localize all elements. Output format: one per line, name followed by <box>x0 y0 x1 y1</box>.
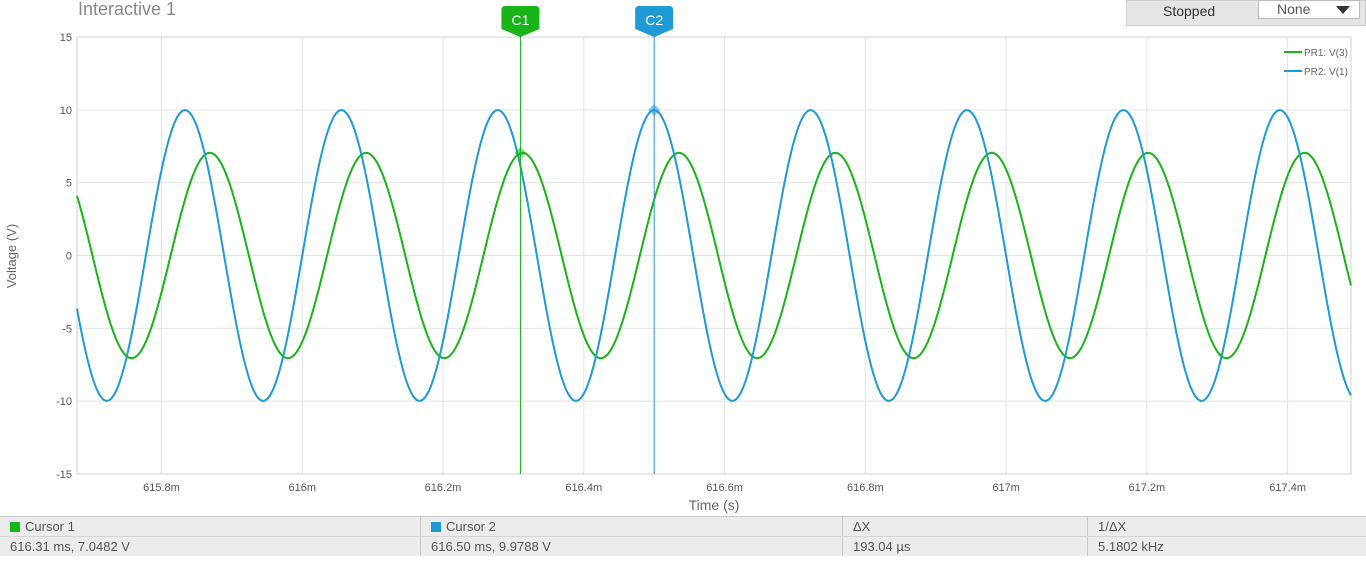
cursor-group[interactable]: C1 C2 <box>501 6 674 474</box>
header-cursor-2: Cursor 2 <box>421 517 843 536</box>
y-tick-label: -10 <box>56 396 72 408</box>
header-cursor-1: Cursor 1 <box>0 517 421 536</box>
x-tick-label: 616.6m <box>706 482 743 494</box>
y-tick-label: -15 <box>56 469 72 481</box>
header-cursor-1-label: Cursor 1 <box>25 519 75 534</box>
y-tick-label: 10 <box>60 105 72 117</box>
x-axis-label: Time (s) <box>689 497 740 513</box>
readout-value-row: 616.31 ms, 7.0482 V 616.50 ms, 9.9788 V … <box>0 536 1366 556</box>
cursor-handle-label-2: C2 <box>645 12 663 28</box>
cursor-marker-2 <box>648 104 661 117</box>
cursor-handle-label-1: C1 <box>511 12 529 28</box>
y-tick-label: 15 <box>60 32 72 44</box>
x-tick-label: 617.2m <box>1129 482 1166 494</box>
legend-label-1: PR1: V(3) <box>1304 48 1348 59</box>
chart-grid <box>77 36 1351 475</box>
header-inverse-delta-x: 1/ΔX <box>1098 519 1127 534</box>
cursor-2-swatch-icon <box>431 522 441 532</box>
inverse-delta-x-value: 5.1802 kHz <box>1098 539 1164 554</box>
header-delta-x: ΔX <box>843 517 1088 536</box>
x-tick-label: 616.4m <box>565 482 602 494</box>
header-cursor-2-label: Cursor 2 <box>446 519 496 534</box>
cursor-2-value: 616.50 ms, 9.9788 V <box>421 537 843 556</box>
voltage-chart[interactable]: -15 -10 -5 0 5 10 15 615.8m 616m 616.2m 616.4m 616… <box>0 0 1366 516</box>
x-tick-label: 616.2m <box>425 482 462 494</box>
delta-x-value: 193.04 µs <box>843 537 1088 556</box>
x-tick-label: 615.8m <box>143 482 180 494</box>
y-tick-label: 5 <box>66 178 72 190</box>
x-axis-ticks: 615.8m 616m 616.2m 616.4m 616.6m 616.8m 617m 61… <box>143 482 1306 494</box>
cursor-1-value: 616.31 ms, 7.0482 V <box>0 537 421 556</box>
y-axis-label: Voltage (V) <box>4 224 19 288</box>
cursor-1-swatch-icon <box>10 522 20 532</box>
x-tick-label: 617.4m <box>1269 482 1306 494</box>
y-axis-ticks: -15 -10 -5 0 5 10 15 <box>56 32 72 481</box>
y-tick-label: 0 <box>66 251 72 263</box>
x-tick-label: 616m <box>288 482 316 494</box>
legend-label-2: PR2: V(1) <box>1304 67 1348 78</box>
cursor-readout-table: Cursor 1 Cursor 2 ΔX 1/ΔX 616.31 ms, 7.0… <box>0 516 1366 556</box>
x-tick-label: 616.8m <box>847 482 884 494</box>
y-tick-label: -5 <box>62 323 72 335</box>
x-tick-label: 617m <box>992 482 1020 494</box>
legend: PR1: V(3) PR2: V(1) <box>1284 48 1348 78</box>
readout-header-row: Cursor 1 Cursor 2 ΔX 1/ΔX <box>0 516 1366 536</box>
